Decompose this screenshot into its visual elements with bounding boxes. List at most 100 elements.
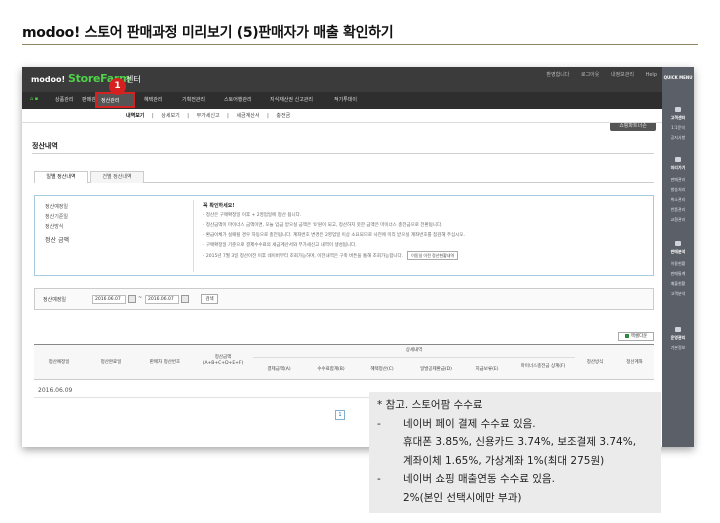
col-settle-amount: 정산금액 (A+B+C+D+E+F) [194,355,252,367]
col-hold: 지급보류(E) [475,367,499,372]
col-account: 정산계좌 [626,360,643,365]
label-amount: 정산 금액 [45,237,69,244]
calendar-icon[interactable] [181,295,189,303]
page-title: 정산내역 [32,142,58,150]
excel-label: 엑셀다운 [630,334,648,339]
col-minus-offset: 마이너스충전금 상계(F) [520,364,566,369]
quick-item[interactable]: 발송처리 [662,187,694,193]
quick-item[interactable]: 취소관리 [662,197,694,203]
home-icon[interactable]: ⌂ ▪ [30,96,38,102]
quick-item[interactable]: 1:1문의 [662,125,694,131]
row-date: 2016.06.09 [38,387,73,394]
welcome-text: 환영합니다 [546,72,571,78]
note-text: 계좌이체 1.65%, 가상계좌 1%(최대 275원) [403,454,605,467]
col-method: 정산방식 [586,360,604,365]
menu-item-settlement-label: 정산관리 [101,98,120,104]
storefarm-screenshot: modoo! StoreFarm 센터 환영합니다 로그아웃 내정보관리 Hel… [22,67,694,447]
my-info-link[interactable]: 내정보관리 [611,72,634,78]
search-button[interactable]: 검색 [201,294,218,304]
tab-daily[interactable]: 일별 정산내역 [34,171,88,183]
submenu-divider: | [267,113,269,119]
notes-lead: 꼭 확인하세요! [203,203,235,209]
submenu-divider: | [187,113,189,119]
submenu-item-vat[interactable]: 부가세신고 [197,113,220,119]
note-bullet: - 네이버 페이 결제 수수료 있음. [377,415,653,434]
quick-item[interactable]: 운영관리 [662,335,694,341]
date-to-input[interactable]: 2016.06.07 [145,295,179,304]
col-deduction: 일발공제환급(D) [420,367,452,372]
col-expected-date: 정산예정일 [48,360,70,365]
quick-menu-panel: QUICK MENU 고객센터 1:1문의 공지사항 미리가기 판매관리 발송처… [662,67,694,447]
help-link[interactable]: Help [646,72,657,78]
group-header-detail: 상세내역 [405,348,423,353]
note-title: * 참고. 스토어팜 수수료 [377,399,483,411]
note-text: 네이버 페이 결제 수수료 있음. [403,417,536,430]
submenu-items: 내역보기 | 상세보기 | 부가세신고 | 세금계산서 | 충전금 [126,112,296,119]
excel-icon [624,333,629,338]
calendar-icon[interactable] [128,295,136,303]
quick-item[interactable]: 교환관리 [662,217,694,223]
logout-link[interactable]: 로그아웃 [581,72,599,78]
submenu-divider: | [152,113,154,119]
note-dash: - [377,473,381,485]
refresh-icon [675,327,681,332]
menu-item-store[interactable]: 스토어행관리 [224,96,252,103]
info-notes: 꼭 확인하세요! · 정산은 구매확정일 이후 + 2영업일에 정산 됩니다. … [203,201,465,262]
page-number-button[interactable]: 1 [335,410,345,420]
fee-note-box: * 참고. 스토어팜 수수료 - 네이버 페이 결제 수수료 있음. 휴대폰 3.… [369,392,661,513]
modoo-logo[interactable]: modoo! [31,75,65,84]
settlement-grid-header: 상세내역 정산예정일 정산완료일 판매자 정산번호 정산금액 (A+B+C+D+… [34,344,654,380]
analytics-icon [675,241,681,246]
quick-item[interactable]: 판매분석 [662,249,694,255]
step-badge: 1 [109,78,126,95]
quick-item[interactable]: 공지사항 [662,135,694,141]
col-benefit: 혜택정산(C) [370,367,394,372]
info-labels: 정산예정일 정산기준일 정산방식 정산 금액 [45,202,69,246]
note-dash: - [377,417,381,430]
quick-item[interactable]: 기본정보 [662,345,694,351]
menu-item-today[interactable]: 적기투데이 [334,96,357,103]
col-fee-total: 수수료합계(B) [317,367,345,372]
note-text: 휴대폰 3.85%, 신용카드 3.74%, 보조결제 3.74%, [403,436,637,448]
note-bullet: - 네이버 쇼핑 매출연동 수수료 있음. [377,470,653,489]
excel-download-button[interactable]: 엑셀다운 [618,332,654,341]
col-complete-date: 정산완료일 [100,360,122,365]
quick-menu-title: QUICK MENU [663,75,693,80]
menu-item-promotion[interactable]: 기획전관리 [182,96,205,103]
settlement-tabs: 일별 정산내역 건별 정산내역 [34,171,654,183]
note-text: 2%(본인 선택시에만 부과) [403,491,522,504]
col-seller-number: 판매자 정산번호 [149,360,181,365]
note-line: · 정산금액이 마이너스 금액이면, 오늘 입금 받으실 금액은 '0'원이 되… [203,223,443,228]
submenu-item-charge[interactable]: 충전금 [276,113,290,119]
submenu-item-detail[interactable]: 상세보기 [161,113,179,119]
submenu: 내역보기 | 상세보기 | 부가세신고 | 세금계산서 | 충전금 [22,109,662,123]
grid-split [253,357,575,358]
submenu-item-invoice[interactable]: 세금계산서 [236,113,259,119]
note-line: · 환급이체가 실패될 경우 자동으로 충전됩니다. 계좌번호 변경은 2영업일… [203,233,465,238]
top-links: 환영합니다 로그아웃 내정보관리 Help [541,71,662,78]
note-line: · 정산은 구매확정일 이후 + 2영업일에 정산 됩니다. [203,213,302,218]
submenu-divider: | [227,113,229,119]
tab-per-item[interactable]: 건별 정산내역 [90,171,144,183]
slide-title: modoo! 스토어 판매과정 미리보기 (5)판매자가 매출 확인하기 [22,25,394,41]
note-text: 네이버 쇼핑 매출연동 수수료 있음. [403,473,555,485]
quick-item[interactable]: 판매관리 [662,177,694,183]
quick-item[interactable]: 고객분석 [662,291,694,297]
info-divider [193,200,194,272]
submenu-item-history[interactable]: 내역보기 [126,113,144,119]
quick-item[interactable]: 매출현황 [662,281,694,287]
quick-item[interactable]: 이용현황 [662,261,694,267]
col-payment: 결제금액(A) [267,367,291,372]
menu-item-ip-report[interactable]: 지식재산권 신고관리 [270,96,313,103]
prev-history-button[interactable]: 이동일 이전 정산현황내역 [407,251,459,260]
date-from-input[interactable]: 2016.06.07 [92,295,126,304]
search-label: 정산예정일 [43,297,67,303]
menu-item-benefit[interactable]: 혜택관리 [144,96,162,103]
note-line: · 2015년 7월 3일 정산이전 이후 네이버부터 조회가능하며, 이전내역… [203,254,404,259]
quick-item[interactable]: 반품관리 [662,207,694,213]
quick-item[interactable]: 고객센터 [662,115,694,121]
quick-item[interactable]: 미리가기 [662,165,694,171]
quick-item[interactable]: 판매통계 [662,271,694,277]
search-box: 정산예정일 2016.06.07 ~ 2016.06.07 검색 [34,288,654,310]
menu-item-product[interactable]: 상품관리 [55,96,73,103]
